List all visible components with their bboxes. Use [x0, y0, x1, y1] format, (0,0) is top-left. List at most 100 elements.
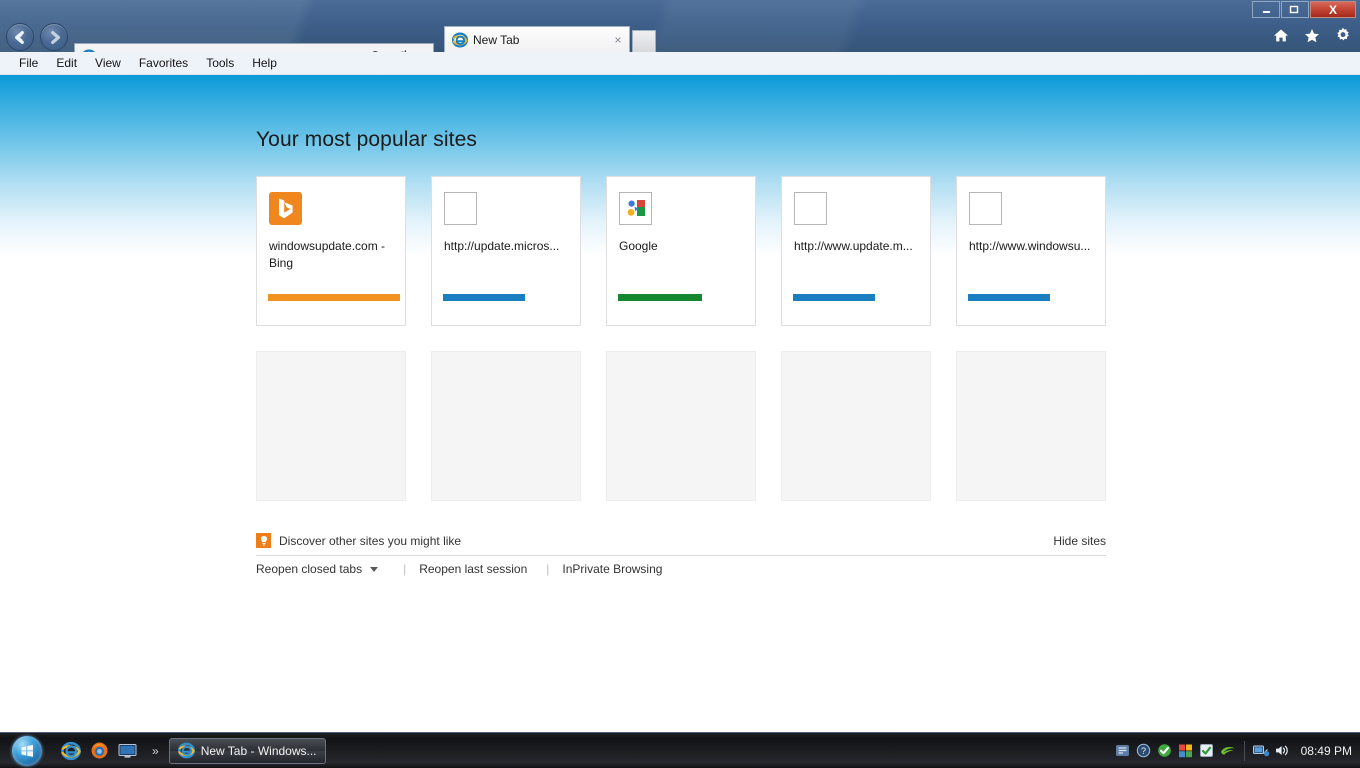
tray-antivirus-icon[interactable]: [1157, 743, 1173, 759]
page-title: Your most popular sites: [256, 128, 477, 151]
close-button[interactable]: X: [1310, 1, 1356, 18]
bottom-links-row: Reopen closed tabs | Reopen last session…: [256, 562, 668, 576]
title-bar: X New Tab ×: [0, 0, 1360, 52]
new-tab-page: Your most popular sites windowsupdate.co…: [0, 75, 1360, 732]
browser-tab[interactable]: New Tab ×: [444, 26, 630, 52]
discover-row: Discover other sites you might like Hide…: [256, 533, 1106, 556]
popular-sites-grid: windowsupdate.com - Bing http://update.m…: [256, 176, 1106, 501]
empty-site-tile[interactable]: [256, 351, 406, 501]
show-desktop-icon[interactable]: [116, 740, 138, 762]
menu-item-file[interactable]: File: [10, 54, 47, 72]
discover-label: Discover other sites you might like: [279, 533, 462, 548]
menu-item-tools[interactable]: Tools: [197, 54, 243, 72]
google-icon: [619, 192, 652, 225]
tray-nvidia-icon[interactable]: [1220, 743, 1236, 759]
ie-taskbutton-icon: [177, 742, 195, 759]
new-tab-button[interactable]: [632, 30, 656, 52]
system-tray: ? 08:49 PM: [1115, 740, 1360, 761]
forward-button[interactable]: [40, 23, 68, 51]
tray-action-center-icon[interactable]: [1115, 743, 1131, 759]
tile-row-1: windowsupdate.com - Bing http://update.m…: [256, 176, 1106, 326]
home-icon[interactable]: [1272, 26, 1290, 44]
forward-arrow-icon: [50, 30, 60, 44]
site-tile-label: windowsupdate.com - Bing: [269, 239, 386, 270]
back-button[interactable]: [6, 23, 34, 51]
empty-site-tile[interactable]: [781, 351, 931, 501]
reopen-closed-tabs-link[interactable]: Reopen closed tabs: [256, 562, 368, 576]
quick-launch-overflow-icon[interactable]: »: [152, 744, 159, 758]
chevron-down-icon[interactable]: [370, 566, 379, 572]
firefox-quicklaunch-icon[interactable]: [88, 740, 110, 762]
site-tile-progress-bar: [268, 294, 400, 301]
site-tile[interactable]: http://update.micros...: [431, 176, 581, 326]
menu-item-favorites[interactable]: Favorites: [130, 54, 197, 72]
blank-favicon-icon: [444, 192, 477, 225]
menu-bar: File Edit View Favorites Tools Help: [0, 52, 1360, 75]
site-tile[interactable]: http://www.update.m...: [781, 176, 931, 326]
site-tile-label: http://update.micros...: [444, 239, 560, 253]
empty-site-tile[interactable]: [606, 351, 756, 501]
tray-update-icon[interactable]: [1199, 743, 1215, 759]
tray-network-icon[interactable]: [1252, 743, 1269, 759]
taskbar-window-label: New Tab - Windows...: [200, 743, 317, 758]
discover-link[interactable]: Discover other sites you might like: [256, 533, 461, 548]
navigation-row: about:Tabs: [0, 20, 1360, 52]
link-separator: |: [546, 562, 550, 576]
ie-quicklaunch-icon[interactable]: [60, 740, 82, 762]
site-tile[interactable]: windowsupdate.com - Bing: [256, 176, 406, 326]
back-arrow-icon: [14, 30, 24, 44]
taskbar-window-button[interactable]: New Tab - Windows...: [168, 737, 326, 764]
stop-icon[interactable]: [412, 47, 428, 53]
start-button[interactable]: [2, 734, 52, 768]
site-tile-progress-bar: [968, 294, 1050, 301]
tray-divider: [1243, 740, 1245, 761]
menu-item-help[interactable]: Help: [243, 54, 286, 72]
address-input[interactable]: about:Tabs: [102, 50, 368, 53]
svg-text:?: ?: [1141, 746, 1146, 756]
ie-browser-window: X New Tab × File Edit View Favorites Too…: [0, 0, 1360, 768]
tab-favicon-icon: [451, 31, 469, 48]
windows-taskbar: » New Tab - Windows... ? 08:49 PM: [0, 732, 1360, 768]
site-tile-progress-bar: [443, 294, 525, 301]
lightbulb-icon: [256, 533, 271, 548]
site-tile-label: http://www.windowsu...: [969, 239, 1091, 253]
site-tile-label: http://www.update.m...: [794, 239, 913, 253]
address-bar-buttons: [368, 47, 433, 53]
bing-icon: [269, 192, 302, 225]
tab-title: New Tab: [473, 32, 520, 47]
windows-logo-icon: [12, 735, 42, 766]
quick-launch-bar: [60, 740, 138, 762]
menu-item-view[interactable]: View: [86, 54, 130, 72]
minimize-button[interactable]: [1252, 1, 1280, 18]
tab-close-icon[interactable]: ×: [611, 33, 625, 47]
restore-button[interactable]: [1281, 1, 1309, 18]
blank-favicon-icon: [969, 192, 1002, 225]
favorites-icon[interactable]: [1303, 26, 1321, 44]
tile-row-2: [256, 351, 1106, 501]
inprivate-browsing-link[interactable]: InPrivate Browsing: [562, 562, 668, 576]
tray-volume-icon[interactable]: [1274, 743, 1290, 759]
site-tile[interactable]: http://www.windowsu...: [956, 176, 1106, 326]
link-separator: |: [403, 562, 407, 576]
tray-network-flag-icon[interactable]: [1178, 743, 1194, 759]
tray-help-icon[interactable]: ?: [1136, 743, 1152, 759]
tab-strip: New Tab ×: [444, 25, 656, 52]
taskbar-clock[interactable]: 08:49 PM: [1301, 744, 1352, 758]
blank-favicon-icon: [794, 192, 827, 225]
search-icon[interactable]: [368, 47, 384, 52]
empty-site-tile[interactable]: [956, 351, 1106, 501]
command-bar-icons: [1272, 26, 1352, 44]
address-bar[interactable]: about:Tabs: [74, 43, 434, 52]
site-tile-progress-bar: [793, 294, 875, 301]
hide-sites-link[interactable]: Hide sites: [1053, 534, 1106, 548]
site-tile[interactable]: Google: [606, 176, 756, 326]
menu-item-edit[interactable]: Edit: [47, 54, 86, 72]
refresh-icon[interactable]: [394, 47, 410, 52]
site-tile-progress-bar: [618, 294, 702, 301]
gear-icon[interactable]: [1334, 26, 1352, 44]
window-controls: X: [1252, 1, 1356, 18]
ie-favicon-icon: [81, 48, 97, 52]
empty-site-tile[interactable]: [431, 351, 581, 501]
site-tile-label: Google: [619, 239, 658, 253]
reopen-last-session-link[interactable]: Reopen last session: [419, 562, 533, 576]
